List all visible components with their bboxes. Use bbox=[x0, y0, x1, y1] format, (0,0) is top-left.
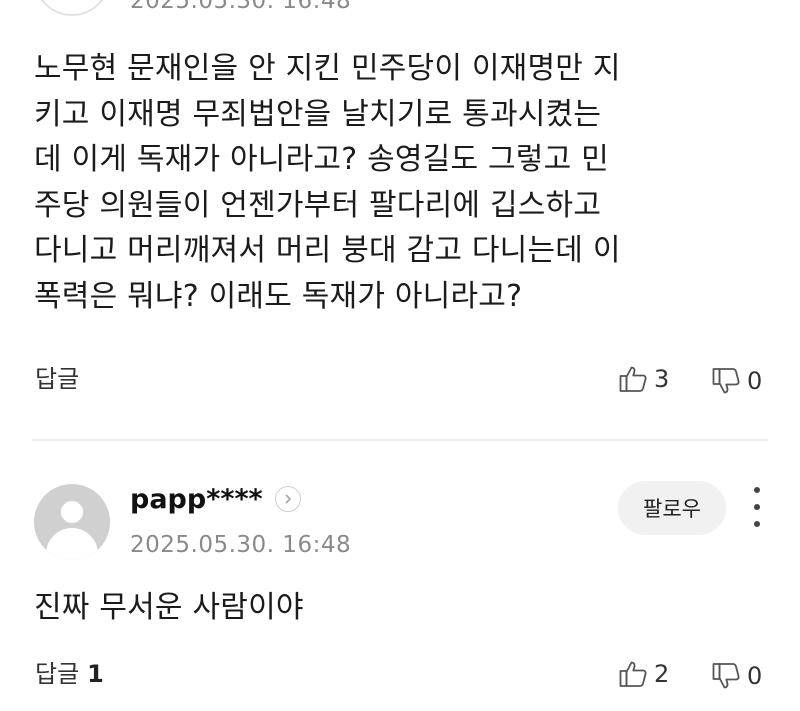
default-avatar-icon bbox=[61, 501, 83, 523]
username[interactable]: papp**** bbox=[130, 484, 263, 516]
avatar[interactable] bbox=[34, 0, 110, 16]
reply-button[interactable]: 답글 bbox=[35, 365, 79, 393]
thumbs-down-icon bbox=[711, 366, 741, 396]
thumbs-up-icon bbox=[618, 364, 648, 394]
more-vertical-icon[interactable] bbox=[744, 487, 770, 527]
reply-label: 답글 bbox=[35, 660, 80, 688]
reply-button[interactable]: 답글 1 bbox=[35, 660, 104, 688]
dislike-count: 0 bbox=[747, 367, 763, 395]
dislike-button[interactable]: 0 bbox=[711, 366, 762, 396]
thumbs-down-icon bbox=[711, 661, 741, 691]
thumbs-up-icon bbox=[618, 659, 648, 689]
reply-count: 1 bbox=[87, 660, 104, 688]
divider bbox=[32, 439, 768, 441]
comment-body: 노무현 문재인을 안 지킨 민주당이 이재명만 지 키고 이재명 무죄법안을 날… bbox=[34, 51, 621, 314]
reply-label: 답글 bbox=[35, 365, 80, 393]
like-count: 3 bbox=[654, 365, 670, 393]
like-button[interactable]: 3 bbox=[618, 364, 669, 394]
dislike-button[interactable]: 0 bbox=[711, 661, 762, 691]
dislike-count: 0 bbox=[747, 662, 763, 690]
comment-timestamp: 2025.05.30. 16:48 bbox=[130, 0, 352, 14]
comment-body: 진짜 무서운 사람이야 bbox=[34, 590, 304, 625]
like-button[interactable]: 2 bbox=[618, 659, 669, 689]
comment-timestamp: 2025.05.30. 16:48 bbox=[130, 532, 352, 558]
chevron-right-icon[interactable] bbox=[275, 486, 301, 512]
avatar[interactable] bbox=[34, 484, 110, 560]
like-count: 2 bbox=[654, 660, 670, 688]
follow-button[interactable]: 팔로우 bbox=[618, 481, 726, 535]
